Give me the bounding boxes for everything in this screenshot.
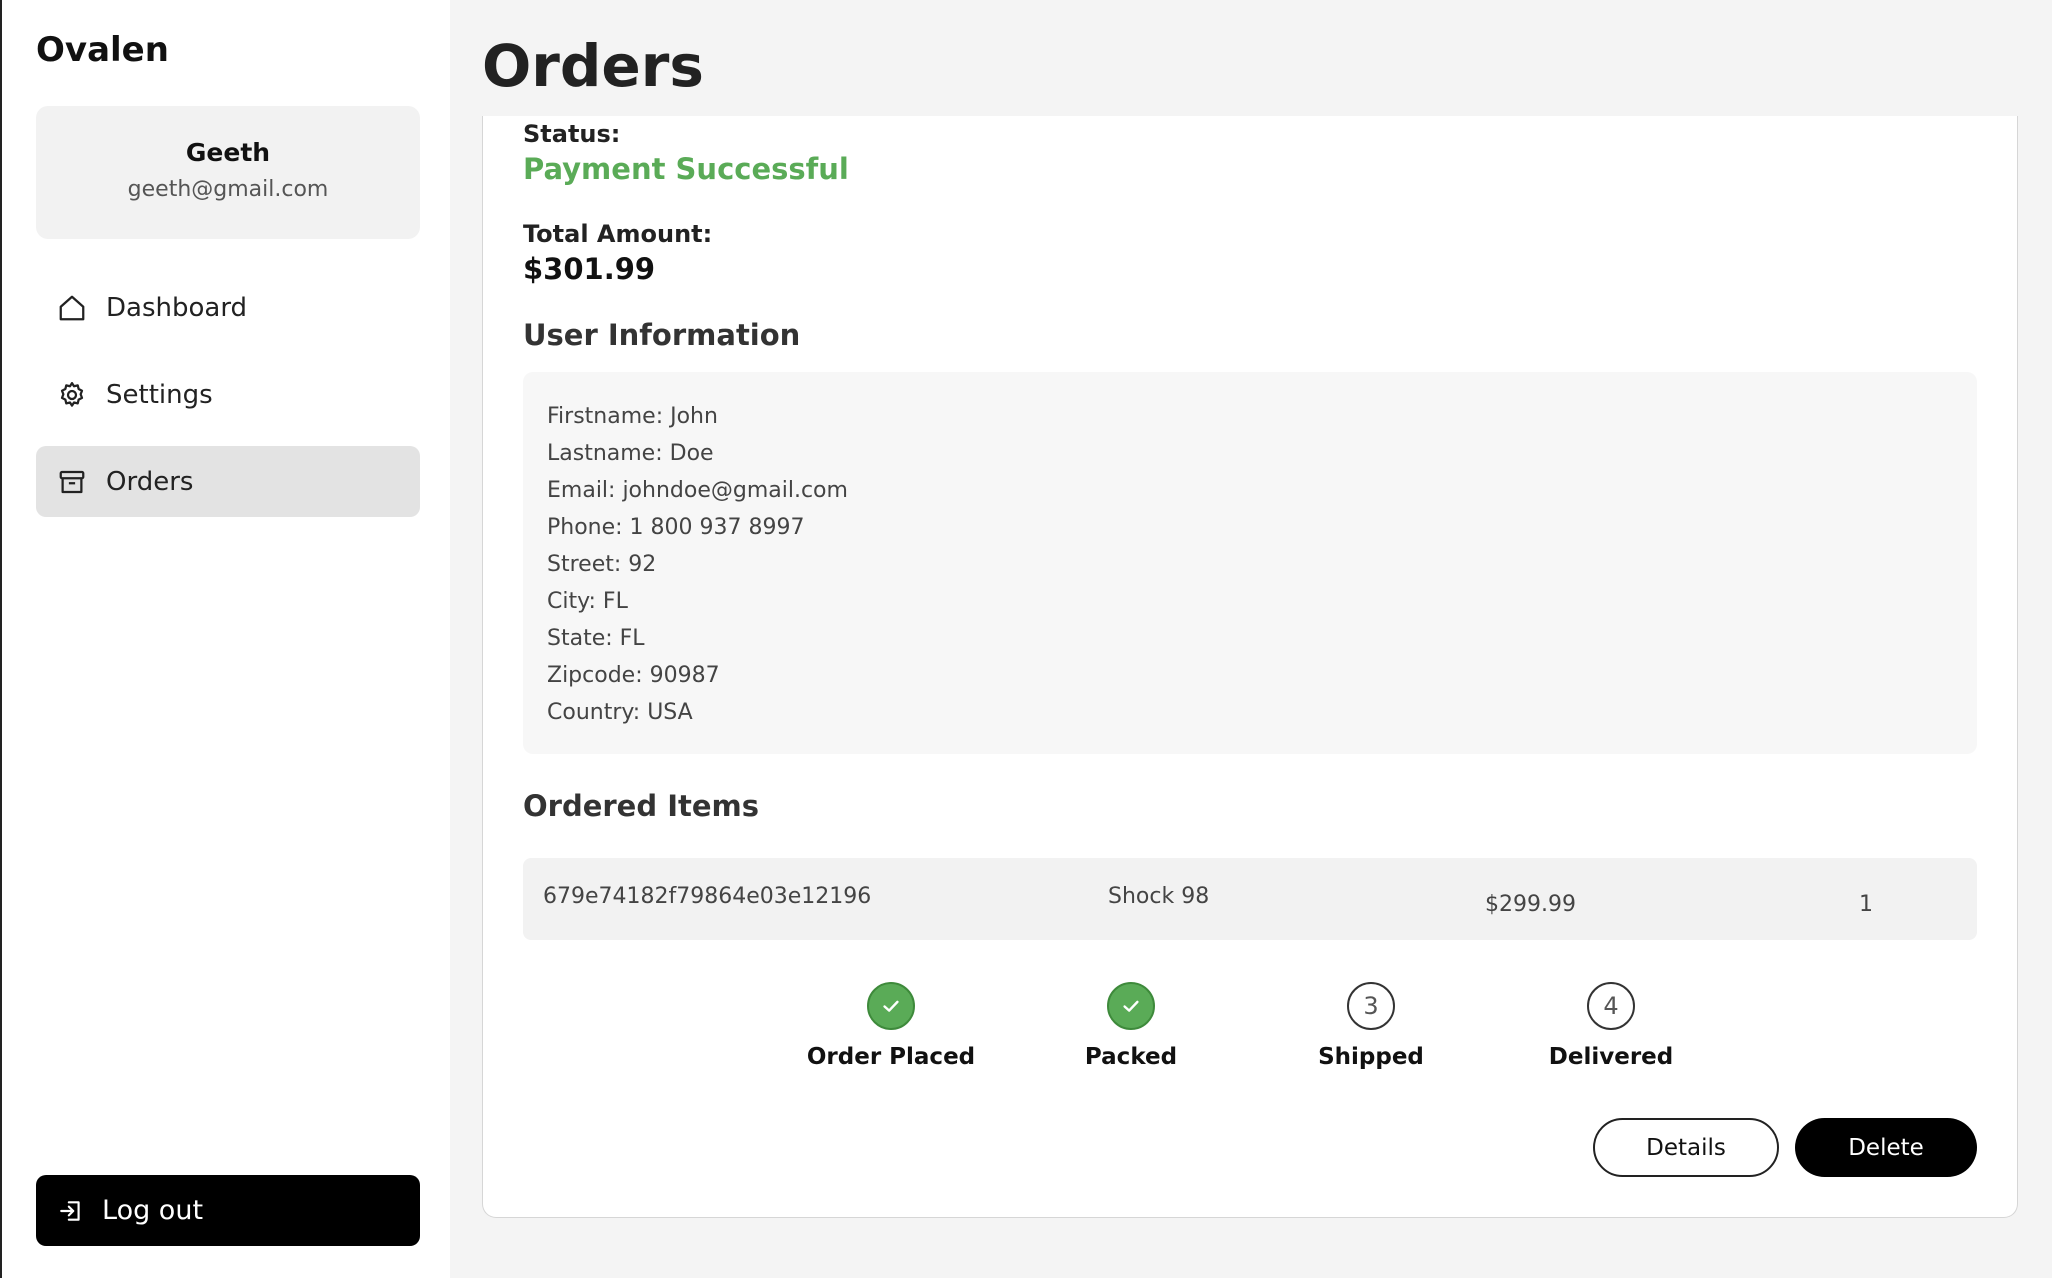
user-info-line: State: FL [547, 626, 645, 651]
user-name: Geeth [185, 138, 271, 167]
gear-icon [56, 379, 88, 411]
check-icon [867, 982, 915, 1030]
step-label: Order Placed [806, 1044, 976, 1070]
user-info-line: Email: johndoe@gmail.com [547, 478, 848, 503]
user-info-line: Country: USA [547, 700, 693, 725]
user-info-line: Lastname: Doe [547, 441, 714, 466]
step-label: Shipped [1318, 1044, 1424, 1070]
user-info-line: City: FL [547, 589, 628, 614]
user-info-line: Phone: 1 800 937 8997 [547, 515, 805, 540]
step-label: Packed [1084, 1044, 1178, 1070]
home-icon [56, 292, 88, 324]
total-amount-label: Total Amount: [523, 220, 713, 248]
step-shipped: 3 Shipped [1271, 982, 1471, 1070]
delete-button[interactable]: Delete [1795, 1118, 1977, 1177]
user-info-line: Firstname: John [547, 404, 718, 429]
item-id: 679e74182f79864e03e12196 [543, 884, 872, 909]
check-icon [1107, 982, 1155, 1030]
ordered-items-title: Ordered Items [523, 789, 760, 823]
logout-label: Log out [102, 1195, 204, 1226]
table-row: 679e74182f79864e03e12196 Shock 98 $299.9… [523, 858, 1977, 940]
status-value: Payment Successful [523, 152, 849, 186]
user-email: geeth@gmail.com [127, 177, 329, 202]
step-packed: Packed [1031, 982, 1231, 1070]
step-order-placed: Order Placed [791, 982, 991, 1070]
sidebar-item-label: Settings [106, 379, 213, 410]
brand-logo: Ovalen [36, 30, 169, 70]
total-amount-value: $301.99 [523, 252, 656, 286]
item-price: $299.99 [1485, 892, 1576, 917]
logout-icon [56, 1196, 86, 1226]
user-profile-card: Geeth geeth@gmail.com [36, 106, 420, 239]
item-name: Shock 98 [1108, 884, 1210, 909]
step-number: 4 [1587, 982, 1635, 1030]
logout-button[interactable]: Log out [36, 1175, 420, 1246]
order-card: Status: Payment Successful Total Amount:… [482, 116, 2018, 1218]
user-info-line: Street: 92 [547, 552, 657, 577]
item-quantity: 1 [1859, 892, 1873, 917]
step-label: Delivered [1548, 1044, 1674, 1070]
user-info-line: Zipcode: 90987 [547, 663, 720, 688]
details-button[interactable]: Details [1593, 1118, 1779, 1177]
sidebar: Ovalen Geeth geeth@gmail.com Dashboard S… [0, 0, 450, 1278]
archive-box-icon [56, 466, 88, 498]
step-delivered: 4 Delivered [1511, 982, 1711, 1070]
sidebar-item-label: Orders [106, 466, 194, 497]
user-information-box: Firstname: John Lastname: Doe Email: joh… [523, 372, 1977, 754]
status-label: Status: [523, 120, 621, 148]
page-title: Orders [482, 32, 704, 100]
sidebar-item-orders[interactable]: Orders [36, 446, 420, 517]
sidebar-item-settings[interactable]: Settings [36, 359, 420, 430]
step-number: 3 [1347, 982, 1395, 1030]
user-information-title: User Information [523, 318, 801, 352]
sidebar-item-dashboard[interactable]: Dashboard [36, 272, 420, 343]
sidebar-item-label: Dashboard [106, 292, 248, 323]
